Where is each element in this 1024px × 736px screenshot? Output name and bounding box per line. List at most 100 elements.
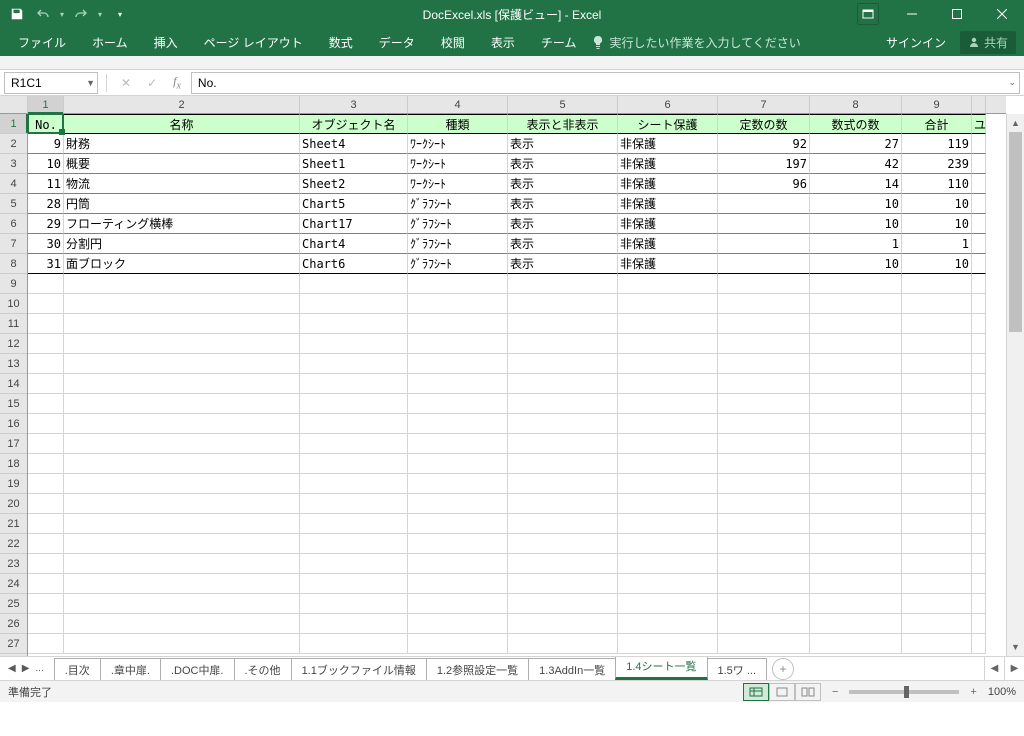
cell[interactable] — [902, 494, 972, 514]
share-button[interactable]: 共有 — [960, 31, 1016, 54]
cell[interactable]: 27 — [810, 134, 902, 154]
cell[interactable] — [408, 634, 508, 654]
cell[interactable] — [300, 594, 408, 614]
cell[interactable] — [972, 354, 986, 374]
cell[interactable]: 非保護 — [618, 214, 718, 234]
cell[interactable]: Sheet4 — [300, 134, 408, 154]
cell[interactable] — [972, 214, 986, 234]
redo-icon[interactable] — [74, 8, 88, 20]
cell[interactable]: ｸﾞﾗﾌｼｰﾄ — [408, 214, 508, 234]
col-header[interactable]: 2 — [64, 96, 300, 113]
cell[interactable]: ｸﾞﾗﾌｼｰﾄ — [408, 234, 508, 254]
col-header[interactable]: 4 — [408, 96, 508, 113]
cell[interactable] — [902, 274, 972, 294]
cell[interactable] — [972, 174, 986, 194]
row-header[interactable]: 25 — [0, 594, 27, 614]
cell[interactable] — [902, 454, 972, 474]
tab-formula[interactable]: 数式 — [319, 30, 363, 55]
cell[interactable] — [810, 614, 902, 634]
cell[interactable] — [64, 434, 300, 454]
cell[interactable] — [902, 474, 972, 494]
cell[interactable]: シート保護 — [618, 114, 718, 134]
cell[interactable] — [618, 434, 718, 454]
cell[interactable]: 1 — [902, 234, 972, 254]
cell[interactable]: Sheet1 — [300, 154, 408, 174]
row-header[interactable]: 12 — [0, 334, 27, 354]
cell[interactable]: 表示 — [508, 214, 618, 234]
cell[interactable]: ﾜｰｸｼｰﾄ — [408, 154, 508, 174]
row-header[interactable]: 3 — [0, 154, 27, 174]
cell[interactable] — [810, 514, 902, 534]
cell[interactable] — [718, 234, 810, 254]
cell[interactable] — [64, 534, 300, 554]
cell[interactable] — [408, 314, 508, 334]
cell[interactable] — [902, 394, 972, 414]
cell[interactable] — [64, 414, 300, 434]
cell[interactable] — [618, 414, 718, 434]
cell[interactable] — [810, 314, 902, 334]
cell[interactable] — [300, 314, 408, 334]
cell[interactable] — [972, 554, 986, 574]
cell[interactable] — [28, 494, 64, 514]
cell[interactable] — [972, 454, 986, 474]
cell[interactable]: 表示 — [508, 154, 618, 174]
cell[interactable] — [718, 514, 810, 534]
cell[interactable] — [408, 294, 508, 314]
ribbon-display-icon[interactable] — [857, 3, 879, 25]
cell[interactable] — [972, 194, 986, 214]
tab-team[interactable]: チーム — [531, 30, 587, 55]
cell[interactable] — [902, 434, 972, 454]
cell[interactable] — [718, 474, 810, 494]
cell[interactable] — [28, 314, 64, 334]
scroll-down-icon[interactable]: ▼ — [1007, 638, 1024, 656]
cell[interactable] — [972, 614, 986, 634]
cell[interactable] — [64, 394, 300, 414]
cell[interactable] — [810, 294, 902, 314]
cell[interactable] — [718, 534, 810, 554]
cell[interactable] — [618, 614, 718, 634]
select-all-corner[interactable] — [0, 96, 28, 114]
cell[interactable] — [28, 534, 64, 554]
cell[interactable] — [408, 454, 508, 474]
cell[interactable] — [28, 634, 64, 654]
cell[interactable] — [718, 294, 810, 314]
cell[interactable] — [902, 374, 972, 394]
cell[interactable] — [972, 434, 986, 454]
cell[interactable] — [718, 214, 810, 234]
sheet-tab[interactable]: .その他 — [234, 658, 292, 680]
cell[interactable] — [300, 574, 408, 594]
cell[interactable] — [902, 534, 972, 554]
cell[interactable] — [718, 614, 810, 634]
cell[interactable] — [64, 274, 300, 294]
cell[interactable] — [718, 454, 810, 474]
cell[interactable] — [718, 414, 810, 434]
cell[interactable] — [618, 294, 718, 314]
row-header[interactable]: 14 — [0, 374, 27, 394]
cell[interactable] — [28, 434, 64, 454]
cell[interactable] — [718, 574, 810, 594]
cell[interactable] — [300, 554, 408, 574]
cell[interactable] — [972, 574, 986, 594]
vertical-scrollbar[interactable]: ▲ ▼ — [1006, 114, 1024, 656]
cell[interactable] — [972, 154, 986, 174]
cell[interactable]: 10 — [902, 194, 972, 214]
cell[interactable] — [300, 634, 408, 654]
close-button[interactable] — [979, 0, 1024, 28]
cell[interactable] — [300, 294, 408, 314]
cell[interactable] — [718, 314, 810, 334]
cell[interactable] — [408, 574, 508, 594]
cell[interactable]: 表示 — [508, 134, 618, 154]
cell[interactable]: 表示 — [508, 174, 618, 194]
cell[interactable] — [810, 634, 902, 654]
cell[interactable]: 非保護 — [618, 254, 718, 274]
cell[interactable] — [810, 474, 902, 494]
cell[interactable]: 種類 — [408, 114, 508, 134]
cell[interactable] — [64, 634, 300, 654]
sheet-tab[interactable]: .DOC中扉. — [160, 658, 235, 680]
row-header[interactable]: 26 — [0, 614, 27, 634]
cell[interactable]: 30 — [28, 234, 64, 254]
cell[interactable] — [28, 474, 64, 494]
cell[interactable] — [902, 334, 972, 354]
row-header[interactable]: 2 — [0, 134, 27, 154]
cell[interactable]: Chart6 — [300, 254, 408, 274]
